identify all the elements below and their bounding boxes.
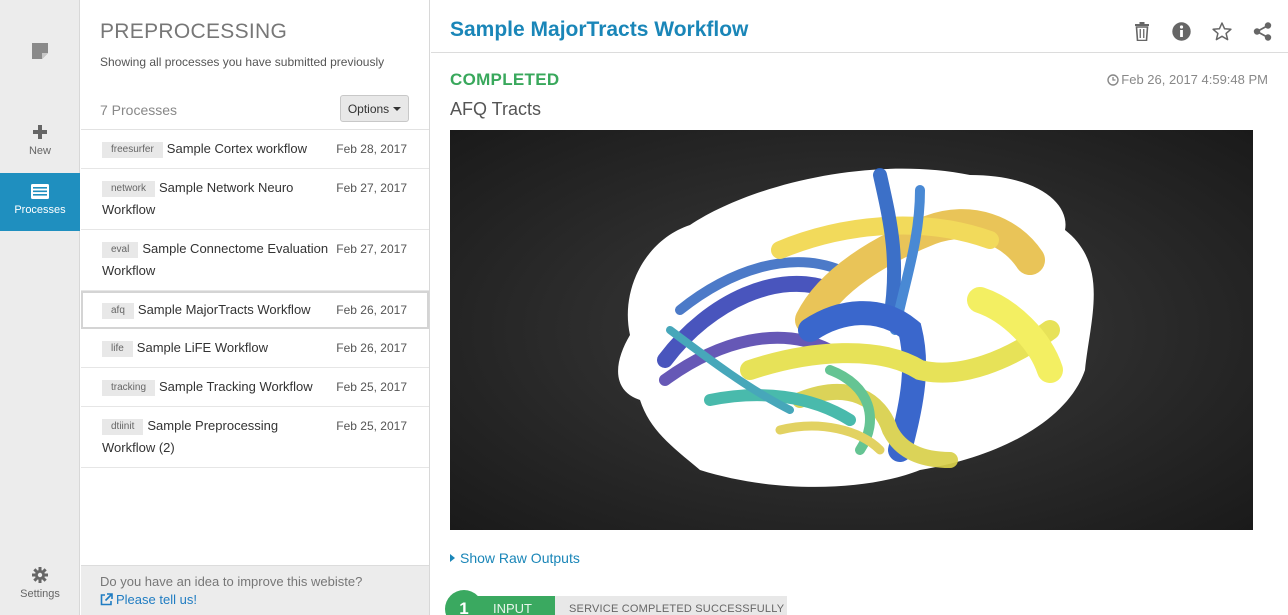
detail-header: Sample MajorTracts Workflow [431, 0, 1288, 53]
output-title: AFQ Tracts [450, 99, 542, 119]
plus-icon [33, 125, 47, 139]
process-tag: afq [102, 303, 134, 319]
trash-icon[interactable] [1134, 22, 1150, 41]
detail-pane: Sample MajorTracts Workflow COMPLETED Fe… [431, 0, 1288, 615]
list-item[interactable]: freesurfer Sample Cortex workflow Feb 28,… [81, 130, 429, 169]
feedback-box: Do you have an idea to improve this webi… [81, 565, 429, 615]
feedback-question: Do you have an idea to improve this webi… [100, 574, 363, 589]
info-icon[interactable] [1172, 22, 1191, 41]
list-item[interactable]: network Sample Network Neuro Workflow Feb… [81, 169, 429, 230]
feedback-link[interactable]: Please tell us! [100, 592, 429, 607]
gear-icon [32, 567, 48, 583]
caret-down-icon [393, 106, 402, 111]
process-date: Feb 26, 2017 [336, 303, 407, 317]
list-icon [31, 184, 49, 199]
new-label: New [28, 145, 51, 157]
note-icon [32, 43, 48, 59]
completion-timestamp: Feb 26, 2017 4:59:48 PM [1107, 72, 1268, 87]
process-date: Feb 27, 2017 [336, 181, 407, 195]
process-date: Feb 28, 2017 [336, 142, 407, 156]
brain-tracts-image [618, 168, 1094, 487]
process-name: Sample Cortex workflow [166, 141, 307, 156]
raw-outputs-label: Show Raw Outputs [460, 550, 580, 566]
star-icon[interactable] [1212, 22, 1232, 41]
list-item[interactable]: life Sample LiFE Workflow Feb 26, 2017 [81, 329, 429, 368]
nav-rail: New Processes Settings [0, 0, 80, 615]
process-list: freesurfer Sample Cortex workflow Feb 28,… [81, 129, 429, 468]
feedback-link-label: Please tell us! [116, 592, 197, 607]
process-date: Feb 26, 2017 [336, 341, 407, 355]
list-subtitle: Showing all processes you have submitted… [100, 55, 385, 69]
list-item[interactable]: tracking Sample Tracking Workflow Feb 25,… [81, 368, 429, 407]
settings-label: Settings [20, 588, 60, 600]
process-tag: eval [102, 242, 139, 258]
step-number: 1 [445, 590, 483, 615]
step-name[interactable]: INPUT [473, 596, 555, 615]
new-button[interactable]: New [0, 124, 80, 168]
page-title: Sample MajorTracts Workflow [450, 18, 749, 41]
process-date: Feb 27, 2017 [336, 242, 407, 256]
process-list-panel: PREPROCESSING Showing all processes you … [81, 0, 430, 615]
step-message: SERVICE COMPLETED SUCCESSFULLY [555, 596, 787, 615]
process-tag: life [102, 341, 133, 357]
caret-right-icon [450, 554, 455, 562]
list-title: PREPROCESSING [100, 20, 288, 43]
clock-icon [1107, 74, 1119, 86]
process-date: Feb 25, 2017 [336, 419, 407, 433]
show-raw-outputs-link[interactable]: Show Raw Outputs [450, 550, 580, 566]
list-item[interactable]: dtiinit Sample Preprocessing Workflow (2)… [81, 407, 429, 468]
process-date: Feb 25, 2017 [336, 380, 407, 394]
tract-viewer[interactable] [450, 130, 1253, 530]
process-tag: tracking [102, 380, 156, 396]
processes-label: Processes [14, 204, 66, 216]
options-button[interactable]: Options [340, 95, 409, 122]
external-link-icon [100, 593, 113, 606]
share-icon[interactable] [1253, 22, 1272, 41]
process-tag: network [102, 181, 156, 197]
options-label: Options [347, 101, 390, 116]
process-name: Sample LiFE Workflow [136, 340, 269, 355]
step-indicator: 1 INPUT SERVICE COMPLETED SUCCESSFULLY [445, 590, 788, 615]
status-label: COMPLETED [450, 70, 560, 89]
settings-button[interactable]: Settings [0, 567, 80, 607]
processes-button[interactable]: Processes [0, 173, 80, 231]
process-name: Sample MajorTracts Workflow [137, 302, 311, 317]
process-tag: freesurfer [102, 142, 163, 158]
process-name: Sample Tracking Workflow [159, 379, 313, 394]
notes-button[interactable] [0, 42, 80, 72]
process-count: 7 Processes [100, 102, 178, 118]
list-item[interactable]: eval Sample Connectome Evaluation Workflo… [81, 230, 429, 291]
timestamp-text: Feb 26, 2017 4:59:48 PM [1121, 72, 1268, 87]
process-tag: dtiinit [102, 419, 144, 435]
list-item-selected[interactable]: afq Sample MajorTracts Workflow Feb 26, 2… [81, 291, 429, 329]
